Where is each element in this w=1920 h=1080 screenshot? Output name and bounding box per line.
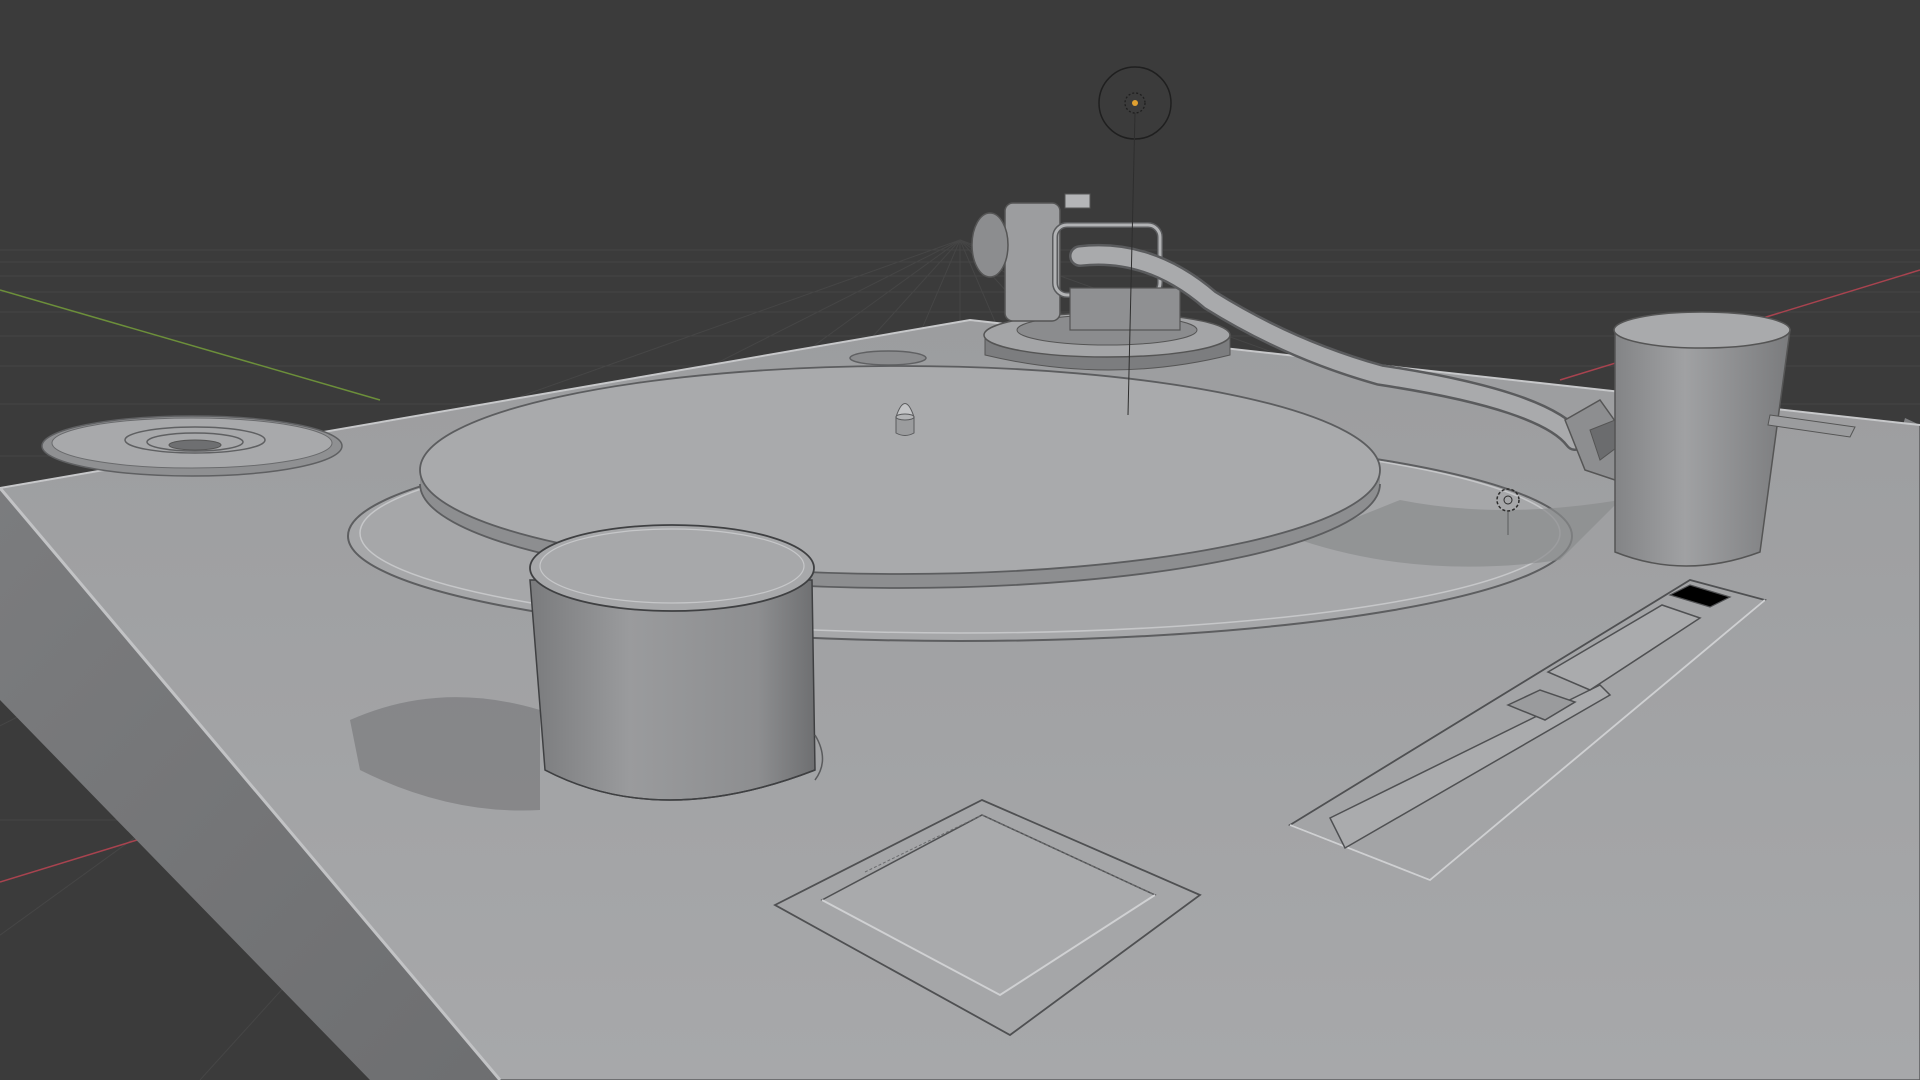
3d-viewport[interactable]	[0, 0, 1920, 1080]
start-stop-knob[interactable]	[529, 524, 824, 801]
hinge-recess	[849, 350, 927, 366]
speed-selector[interactable]	[41, 415, 343, 477]
tonearm-rest[interactable]	[1613, 311, 1791, 567]
